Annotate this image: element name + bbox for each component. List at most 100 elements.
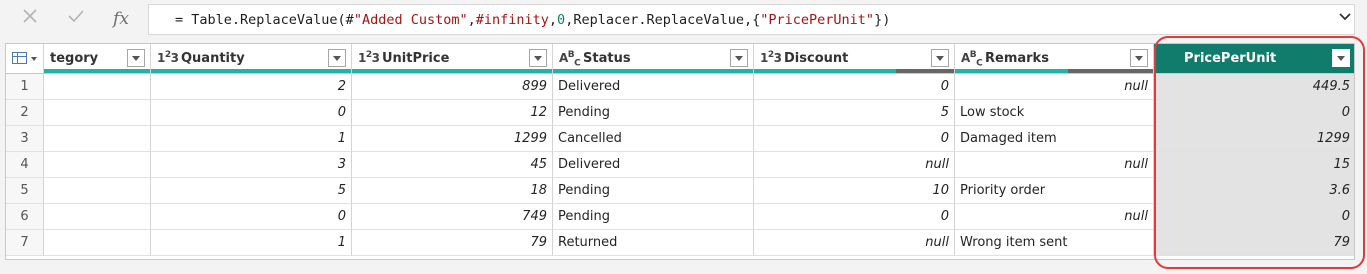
cell-category[interactable] bbox=[44, 178, 151, 204]
cell-pricePerUnit[interactable]: 1299 bbox=[1154, 126, 1354, 152]
column-header-pricePerUnit[interactable]: PricePerUnit bbox=[1154, 44, 1354, 74]
filter-dropdown-button[interactable] bbox=[127, 49, 145, 67]
formula-token: ,Replacer.ReplaceValue,{ bbox=[565, 12, 761, 28]
row-number[interactable]: 1 bbox=[6, 74, 44, 100]
cell-category[interactable] bbox=[44, 126, 151, 152]
filter-dropdown-button[interactable] bbox=[1130, 49, 1148, 67]
cell-discount[interactable]: 0 bbox=[754, 204, 955, 230]
column-header-remarks[interactable]: ABC Remarks bbox=[955, 44, 1154, 74]
cell-quantity[interactable]: 5 bbox=[151, 178, 352, 204]
text-type-icon[interactable]: ABC bbox=[559, 50, 581, 68]
cell-unitprice[interactable]: 18 bbox=[352, 178, 553, 204]
cell-discount[interactable]: 10 bbox=[754, 178, 955, 204]
fx-icon[interactable]: fx bbox=[108, 7, 134, 31]
cell-discount[interactable]: 0 bbox=[754, 126, 955, 152]
row-number[interactable]: 5 bbox=[6, 178, 44, 204]
cell-remarks[interactable]: Wrong item sent bbox=[955, 230, 1154, 256]
cell-unitprice[interactable]: 899 bbox=[352, 74, 553, 100]
column-header-label: PricePerUnit bbox=[1184, 51, 1277, 66]
formula-token: #infinity bbox=[475, 12, 549, 28]
number-type-icon[interactable]: 123 bbox=[760, 50, 782, 65]
cell-category[interactable] bbox=[44, 152, 151, 178]
check-icon[interactable] bbox=[62, 7, 90, 31]
column-quality-bar bbox=[754, 69, 896, 73]
table-row: 4 3 45 Delivered null null 15 bbox=[6, 152, 1354, 178]
formula-token: = Table.ReplaceValue(# bbox=[175, 12, 354, 28]
cell-pricePerUnit[interactable]: 3.6 bbox=[1154, 178, 1354, 204]
cell-pricePerUnit[interactable]: 79 bbox=[1154, 230, 1354, 256]
cell-unitprice[interactable]: 749 bbox=[352, 204, 553, 230]
column-header-label: tegory bbox=[50, 51, 99, 66]
formula-token: "Added Custom" bbox=[353, 12, 468, 28]
cell-discount[interactable]: 5 bbox=[754, 100, 955, 126]
caret-down-icon bbox=[31, 57, 37, 61]
filter-dropdown-button[interactable] bbox=[931, 49, 949, 67]
column-header-discount[interactable]: 123 Discount bbox=[754, 44, 955, 74]
filter-dropdown-button[interactable] bbox=[529, 49, 547, 67]
cell-unitprice[interactable]: 45 bbox=[352, 152, 553, 178]
column-header-unitprice[interactable]: 123 UnitPrice bbox=[352, 44, 553, 74]
cell-status[interactable]: Delivered bbox=[553, 74, 754, 100]
cell-status[interactable]: Pending bbox=[553, 178, 754, 204]
filter-dropdown-button[interactable] bbox=[328, 49, 346, 67]
row-number[interactable]: 6 bbox=[6, 204, 44, 230]
table-row: 5 5 18 Pending 10 Priority order 3.6 bbox=[6, 178, 1354, 204]
formula-token: }) bbox=[874, 12, 891, 28]
cell-remarks[interactable]: Damaged item bbox=[955, 126, 1154, 152]
cell-category[interactable] bbox=[44, 74, 151, 100]
cell-discount[interactable]: null bbox=[754, 152, 955, 178]
column-header-category[interactable]: tegory bbox=[44, 44, 151, 74]
filter-dropdown-button[interactable] bbox=[730, 49, 748, 67]
number-type-icon[interactable]: 123 bbox=[157, 50, 179, 65]
cell-pricePerUnit[interactable]: 0 bbox=[1154, 100, 1354, 126]
cell-status[interactable]: Pending bbox=[553, 100, 754, 126]
cell-pricePerUnit[interactable]: 0 bbox=[1154, 204, 1354, 230]
text-type-icon[interactable]: ABC bbox=[961, 50, 983, 68]
cell-quantity[interactable]: 3 bbox=[151, 152, 352, 178]
cell-pricePerUnit[interactable]: 449.5 bbox=[1154, 74, 1354, 100]
table-icon bbox=[12, 52, 27, 64]
cell-remarks[interactable]: Priority order bbox=[955, 178, 1154, 204]
cell-status[interactable]: Pending bbox=[553, 204, 754, 230]
close-icon[interactable] bbox=[16, 7, 44, 31]
row-number[interactable]: 2 bbox=[6, 100, 44, 126]
cell-quantity[interactable]: 1 bbox=[151, 126, 352, 152]
cell-category[interactable] bbox=[44, 100, 151, 126]
cell-quantity[interactable]: 1 bbox=[151, 230, 352, 256]
cell-quantity[interactable]: 0 bbox=[151, 204, 352, 230]
row-number[interactable]: 7 bbox=[6, 230, 44, 256]
cell-category[interactable] bbox=[44, 230, 151, 256]
column-quality-bar bbox=[44, 69, 150, 73]
cell-discount[interactable]: 0 bbox=[754, 74, 955, 100]
cell-quantity[interactable]: 2 bbox=[151, 74, 352, 100]
formula-input[interactable]: = Table.ReplaceValue(#"Added Custom",#in… bbox=[148, 4, 1355, 35]
cell-remarks[interactable]: null bbox=[955, 74, 1154, 100]
cell-status[interactable]: Delivered bbox=[553, 152, 754, 178]
cell-unitprice[interactable]: 1299 bbox=[352, 126, 553, 152]
column-header-status[interactable]: ABC Status bbox=[553, 44, 754, 74]
data-preview-grid: tegory 123 Quantity 123 UnitPrice ABC Status 12… bbox=[5, 43, 1355, 260]
cell-discount[interactable]: null bbox=[754, 230, 955, 256]
cell-unitprice[interactable]: 79 bbox=[352, 230, 553, 256]
number-type-icon[interactable]: 123 bbox=[358, 50, 380, 65]
chevron-down-icon[interactable] bbox=[1337, 8, 1353, 24]
column-header-label: Status bbox=[583, 51, 631, 66]
column-header-label: Remarks bbox=[985, 51, 1049, 66]
cell-pricePerUnit[interactable]: 15 bbox=[1154, 152, 1354, 178]
cell-remarks[interactable]: null bbox=[955, 204, 1154, 230]
cell-status[interactable]: Cancelled bbox=[553, 126, 754, 152]
cell-unitprice[interactable]: 12 bbox=[352, 100, 553, 126]
column-header-quantity[interactable]: 123 Quantity bbox=[151, 44, 352, 74]
cell-remarks[interactable]: null bbox=[955, 152, 1154, 178]
filter-dropdown-button[interactable] bbox=[1332, 49, 1350, 67]
cell-category[interactable] bbox=[44, 204, 151, 230]
formula-bar: fx = Table.ReplaceValue(#"Added Custom",… bbox=[0, 0, 1367, 40]
formula-token: "PricePerUnit" bbox=[760, 12, 875, 28]
row-number[interactable]: 4 bbox=[6, 152, 44, 178]
row-number[interactable]: 3 bbox=[6, 126, 44, 152]
cell-quantity[interactable]: 0 bbox=[151, 100, 352, 126]
column-quality-bar bbox=[955, 69, 1068, 73]
cell-remarks[interactable]: Low stock bbox=[955, 100, 1154, 126]
table-menu-button[interactable] bbox=[6, 44, 44, 74]
cell-status[interactable]: Returned bbox=[553, 230, 754, 256]
